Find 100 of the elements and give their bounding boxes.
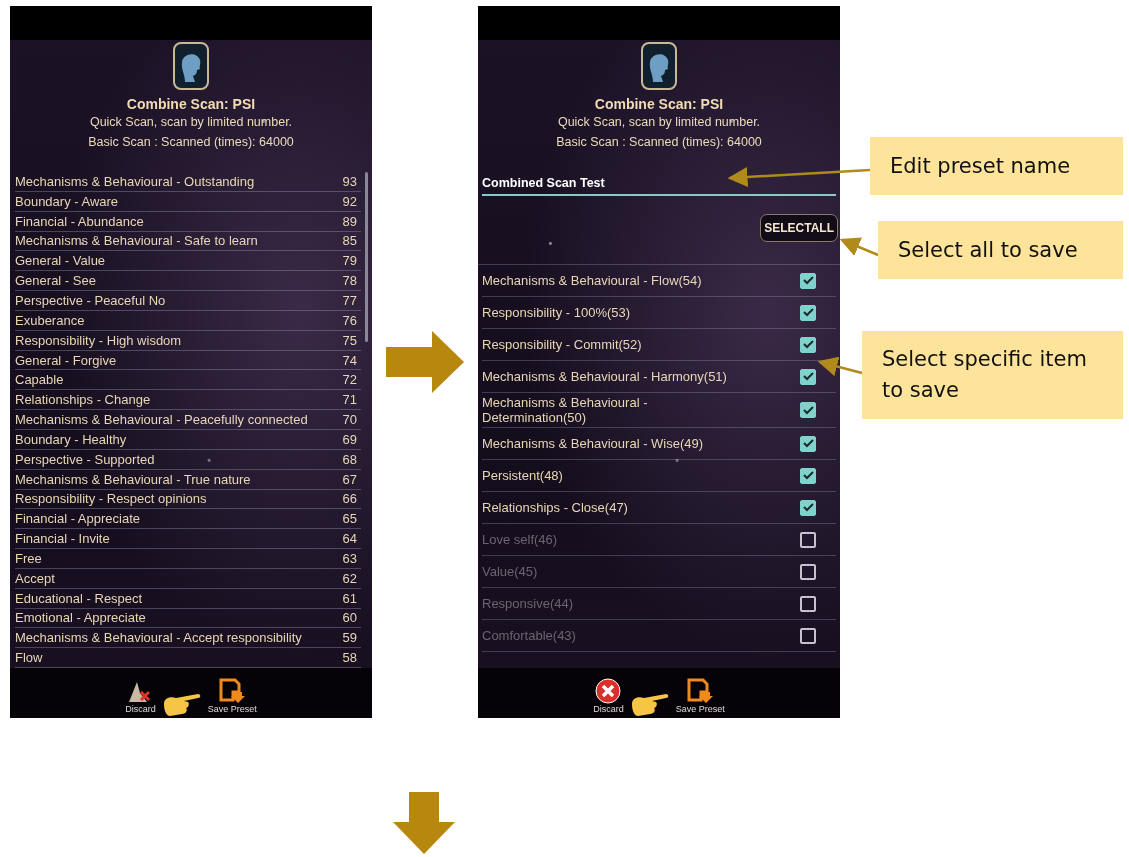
result-score: 67 (342, 471, 357, 487)
checkbox[interactable] (800, 563, 816, 580)
save-preset-button[interactable]: Save Preset (675, 678, 725, 714)
checkbox[interactable] (800, 336, 816, 353)
checkbox[interactable] (800, 499, 816, 516)
check-icon (802, 308, 814, 317)
result-name: General - See (15, 273, 96, 289)
floppy-download-icon (219, 678, 246, 704)
checkbox[interactable] (800, 368, 816, 385)
result-name: Mechanisms & Behavioural - Outstanding (15, 173, 255, 189)
scan-title: Combine Scan: PSI (126, 96, 256, 112)
scan-title: Combine Scan: PSI (594, 96, 724, 112)
result-score: 93 (342, 173, 357, 189)
result-score: 79 (342, 253, 357, 269)
checkbox[interactable] (800, 595, 816, 612)
result-name: Accept (15, 570, 55, 586)
result-score: 78 (342, 273, 357, 289)
leader-line (839, 237, 879, 257)
result-score: 72 (342, 372, 357, 388)
item-label: Persistent(48) (482, 468, 563, 483)
check-icon (802, 405, 814, 415)
preset-name-field[interactable]: Combined Scan Test (482, 176, 836, 196)
result-score: 58 (342, 650, 357, 666)
result-name: Perspective - Supported (15, 451, 155, 467)
item-label: Responsibility - Commit(52) (482, 337, 642, 352)
result-name: Financial - Invite (15, 531, 110, 547)
item-label: Relationships - Close(47) (482, 500, 628, 515)
result-name: Exuberance (15, 312, 85, 328)
callout-note: Select all to save (878, 221, 1123, 279)
check-icon (802, 439, 814, 448)
result-name: Mechanisms & Behavioural - True nature (15, 471, 251, 487)
select-all-button[interactable]: SELECTALL (760, 214, 838, 242)
result-score: 76 (342, 312, 357, 328)
scan-subtitle: Basic Scan : Scanned (times): 64000 (556, 134, 762, 151)
result-score: 65 (342, 511, 357, 527)
checkbox[interactable] (800, 467, 816, 484)
floppy-download-icon (687, 678, 714, 704)
result-score: 61 (342, 590, 357, 606)
result-score: 71 (342, 392, 357, 408)
result-name: Flow (15, 650, 43, 666)
result-name: Responsibility - Respect opinions (15, 491, 207, 507)
result-name: General - Forgive (15, 352, 117, 368)
result-name: General - Value (15, 253, 106, 269)
result-name: Financial - Appreciate (15, 511, 140, 527)
discard-button[interactable]: Discard (593, 678, 624, 714)
checkbox[interactable] (800, 402, 816, 418)
down-arrow (393, 792, 455, 854)
result-name: Perspective - Peaceful No (15, 293, 166, 308)
result-name: Emotional - Appreciate (15, 610, 146, 626)
result-score: 74 (342, 352, 357, 368)
result-score: 66 (342, 491, 357, 507)
result-name: Free (15, 550, 42, 566)
result-name: Educational - Respect (15, 590, 143, 606)
result-score: 60 (342, 610, 357, 626)
result-score: 59 (342, 630, 357, 646)
result-score: 62 (342, 570, 357, 586)
checkbox[interactable] (800, 531, 816, 548)
save-preset-button[interactable]: Save Preset (207, 678, 257, 714)
item-label: Responsibility - 100%(53) (482, 305, 631, 320)
result-name: Mechanisms & Behavioural - Peacefully connected (15, 412, 308, 428)
result-name: Boundary - Aware (15, 193, 119, 209)
scan-subtitle: Quick Scan, scan by limited number. (557, 114, 761, 131)
scan-subtitle: Quick Scan, scan by limited number. (89, 114, 293, 131)
callout-note: Select specific item to save (862, 331, 1123, 419)
result-name: Relationships - Change (15, 392, 151, 408)
callout-note: Edit preset name (870, 137, 1123, 195)
item-label: Mechanisms & Behavioural - Harmony(51) (482, 369, 727, 384)
result-score: 68 (342, 451, 357, 467)
result-name: Mechanisms & Behavioural - Accept responsibility (15, 630, 302, 646)
item-label: Mechanisms & Behavioural - Flow(54) (482, 273, 702, 288)
result-score: 69 (342, 431, 357, 447)
item-label: Comfortable(43) (482, 628, 576, 643)
result-name: Financial - Abundance (15, 213, 144, 229)
checkbox[interactable] (800, 627, 816, 644)
check-icon (802, 276, 814, 285)
check-icon (802, 503, 814, 512)
result-score: 77 (342, 293, 357, 308)
item-label: Love self(46) (482, 532, 558, 547)
check-icon (802, 340, 814, 349)
leader-line (817, 356, 863, 377)
scan-subtitle: Basic Scan : Scanned (times): 64000 (88, 134, 294, 151)
result-score: 70 (342, 412, 357, 428)
result-score: 63 (342, 550, 357, 566)
check-icon (802, 471, 814, 480)
result-name: Capable (15, 372, 64, 388)
item-label: Value(45) (482, 564, 538, 579)
result-name: Responsibility - High wisdom (15, 332, 182, 348)
checkbox[interactable] (800, 304, 816, 321)
discard-button[interactable]: Discard (125, 680, 156, 714)
item-label: Responsive(44) (482, 596, 574, 611)
close-icon (595, 678, 622, 704)
checkbox[interactable] (800, 435, 816, 452)
result-score: 89 (342, 213, 357, 229)
result-score: 64 (342, 531, 357, 547)
result-name: Mechanisms & Behavioural - Safe to learn (15, 233, 258, 249)
check-icon (802, 372, 814, 381)
item-label: Mechanisms & Behavioural - Determination(50) (482, 395, 649, 425)
result-score: 92 (342, 193, 357, 209)
checkbox[interactable] (800, 272, 816, 289)
head-silhouette-icon (641, 42, 677, 90)
